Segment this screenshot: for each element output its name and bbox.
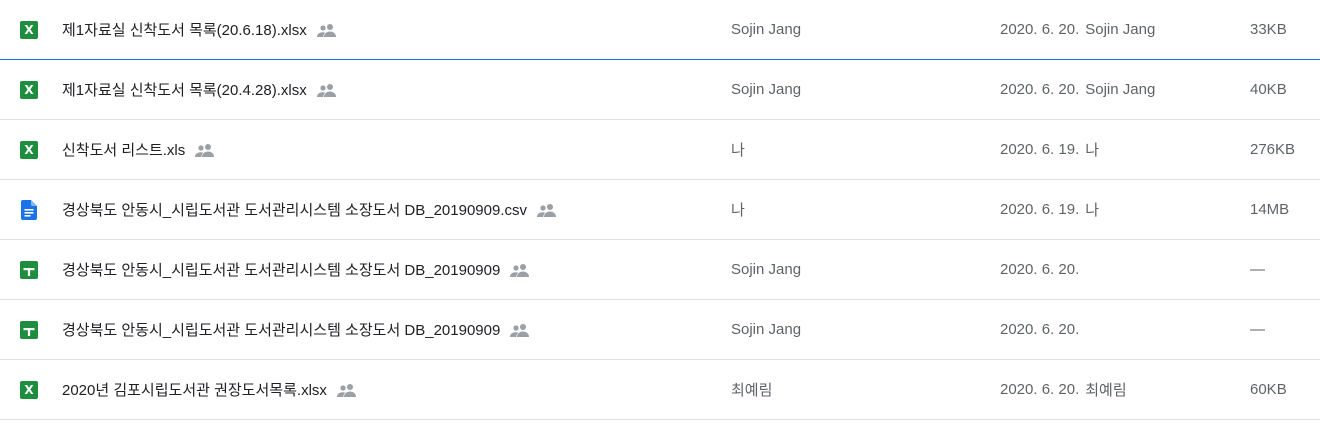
file-row[interactable]: 경상북도 안동시_시립도서관 도서관리시스템 소장도서 DB_20190909.… bbox=[0, 180, 1320, 240]
modified-date: 2020. 6. 20. bbox=[1000, 21, 1080, 38]
modified-cell: 2020. 6. 19. 나 bbox=[1000, 120, 1099, 179]
file-name[interactable]: 제1자료실 신착도서 목록(20.4.28).xlsx bbox=[62, 79, 307, 100]
people-icon bbox=[510, 323, 530, 337]
modified-by: 최예림 bbox=[1085, 382, 1127, 399]
sheets-icon bbox=[18, 240, 40, 299]
excel-file-badge: X bbox=[20, 20, 38, 39]
file-name[interactable]: 신착도서 리스트.xls bbox=[62, 139, 185, 160]
people-icon bbox=[510, 263, 530, 277]
excel-icon: X bbox=[18, 0, 40, 59]
docs-icon bbox=[18, 180, 40, 239]
people-icon bbox=[195, 143, 215, 157]
excel-icon: X bbox=[18, 360, 40, 419]
owner-cell: 최예림 bbox=[731, 382, 773, 399]
sheets-file-badge bbox=[20, 260, 38, 279]
docs-file-badge bbox=[21, 199, 37, 220]
modified-date: 2020. 6. 20. bbox=[1000, 321, 1080, 338]
modified-cell: 2020. 6. 20. Sojin Jang bbox=[1000, 60, 1155, 119]
sheets-icon bbox=[18, 300, 40, 359]
modified-by: 나 bbox=[1085, 142, 1100, 159]
modified-date: 2020. 6. 19. bbox=[1000, 201, 1080, 218]
file-name-cell[interactable]: 경상북도 안동시_시립도서관 도서관리시스템 소장도서 DB_20190909.… bbox=[62, 180, 702, 239]
excel-file-badge: X bbox=[20, 140, 38, 159]
sheets-file-badge bbox=[20, 320, 38, 339]
file-name-cell[interactable]: 제1자료실 신착도서 목록(20.4.28).xlsx bbox=[62, 60, 702, 119]
modified-cell: 2020. 6. 19. 나 bbox=[1000, 180, 1099, 239]
modified-date: 2020. 6. 20. bbox=[1000, 381, 1080, 398]
excel-icon: X bbox=[18, 60, 40, 119]
file-row[interactable]: X 제1자료실 신착도서 목록(20.6.18).xlsx Sojin Jang… bbox=[0, 0, 1320, 60]
people-icon bbox=[336, 383, 357, 397]
file-size: 276KB bbox=[1250, 141, 1296, 158]
file-name-cell[interactable]: 2020년 김포시립도서관 권장도서목록.xlsx bbox=[62, 360, 702, 419]
owner-cell: 나 bbox=[731, 202, 745, 219]
file-name-cell[interactable]: 경상북도 안동시_시립도서관 도서관리시스템 소장도서 DB_20190909 bbox=[62, 240, 702, 299]
file-size: 60KB bbox=[1250, 381, 1287, 398]
file-row[interactable]: X 제1자료실 신착도서 목록(20.4.28).xlsx Sojin Jang… bbox=[0, 60, 1320, 120]
modified-date: 2020. 6. 20. bbox=[1000, 81, 1080, 98]
excel-file-badge: X bbox=[20, 80, 38, 99]
modified-cell: 2020. 6. 20. Sojin Jang bbox=[1000, 0, 1155, 59]
people-icon bbox=[537, 203, 557, 217]
file-row[interactable]: X 2020년 김포시립도서관 권장도서목록.xlsx 최예림 2020. 6.… bbox=[0, 360, 1320, 420]
file-name[interactable]: 경상북도 안동시_시립도서관 도서관리시스템 소장도서 DB_20190909 bbox=[62, 259, 500, 280]
file-name[interactable]: 제1자료실 신착도서 목록(20.6.18).xlsx bbox=[62, 19, 307, 40]
file-name[interactable]: 경상북도 안동시_시립도서관 도서관리시스템 소장도서 DB_20190909 bbox=[62, 319, 500, 340]
file-name[interactable]: 2020년 김포시립도서관 권장도서목록.xlsx bbox=[62, 379, 327, 400]
file-size: 40KB bbox=[1250, 81, 1287, 98]
modified-by: Sojin Jang bbox=[1085, 81, 1156, 98]
file-row[interactable]: 경상북도 안동시_시립도서관 도서관리시스템 소장도서 DB_20190909 … bbox=[0, 300, 1320, 360]
owner-cell: Sojin Jang bbox=[731, 81, 802, 98]
file-list: X 제1자료실 신착도서 목록(20.6.18).xlsx Sojin Jang… bbox=[0, 0, 1320, 420]
excel-file-badge: X bbox=[20, 380, 38, 399]
file-name-cell[interactable]: 신착도서 리스트.xls bbox=[62, 120, 702, 179]
modified-date: 2020. 6. 20. bbox=[1000, 261, 1080, 278]
file-name-cell[interactable]: 경상북도 안동시_시립도서관 도서관리시스템 소장도서 DB_20190909 bbox=[62, 300, 702, 359]
people-icon bbox=[316, 23, 337, 37]
owner-cell: Sojin Jang bbox=[731, 261, 802, 278]
file-name[interactable]: 경상북도 안동시_시립도서관 도서관리시스템 소장도서 DB_20190909.… bbox=[62, 199, 527, 220]
file-row[interactable]: X 신착도서 리스트.xls 나 2020. 6. 19. 나 276KB bbox=[0, 120, 1320, 180]
people-icon bbox=[316, 83, 337, 97]
owner-cell: Sojin Jang bbox=[731, 321, 802, 338]
owner-cell: Sojin Jang bbox=[731, 21, 802, 38]
file-size: 33KB bbox=[1250, 21, 1287, 38]
modified-cell: 2020. 6. 20. 최예림 bbox=[1000, 360, 1127, 419]
file-size: — bbox=[1250, 321, 1265, 338]
modified-by: 나 bbox=[1085, 202, 1100, 219]
file-row[interactable]: 경상북도 안동시_시립도서관 도서관리시스템 소장도서 DB_20190909 … bbox=[0, 240, 1320, 300]
modified-cell: 2020. 6. 20. bbox=[1000, 240, 1085, 299]
file-size: — bbox=[1250, 261, 1265, 278]
file-name-cell[interactable]: 제1자료실 신착도서 목록(20.6.18).xlsx bbox=[62, 0, 702, 59]
modified-by: Sojin Jang bbox=[1085, 21, 1156, 38]
modified-cell: 2020. 6. 20. bbox=[1000, 300, 1085, 359]
file-size: 14MB bbox=[1250, 201, 1290, 218]
owner-cell: 나 bbox=[731, 142, 745, 159]
modified-date: 2020. 6. 19. bbox=[1000, 141, 1080, 158]
excel-icon: X bbox=[18, 120, 40, 179]
